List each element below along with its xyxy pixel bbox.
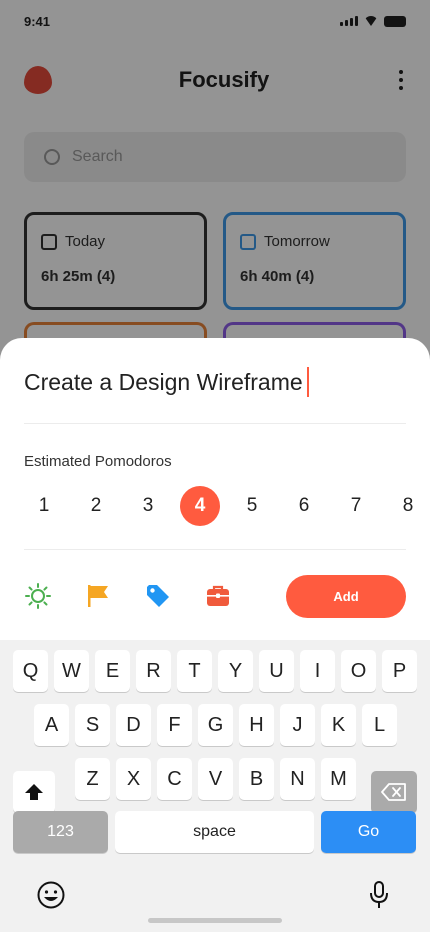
briefcase-icon[interactable] (204, 582, 232, 610)
key-b[interactable]: B (239, 758, 274, 800)
key-r[interactable]: R (136, 650, 171, 692)
keyboard: 123 space Go QWERTYUIOP ASDFGHJKL ZXCVBNM (0, 640, 430, 932)
space-key[interactable]: space (115, 811, 314, 853)
key-t[interactable]: T (177, 650, 212, 692)
go-key[interactable]: Go (321, 811, 416, 853)
key-x[interactable]: X (116, 758, 151, 800)
divider (24, 549, 406, 550)
tag-icon[interactable] (144, 582, 172, 610)
flag-icon[interactable] (84, 582, 112, 610)
key-c[interactable]: C (157, 758, 192, 800)
key-u[interactable]: U (259, 650, 294, 692)
numbers-key[interactable]: 123 (13, 811, 108, 853)
key-s[interactable]: S (75, 704, 110, 746)
pomodoro-option-7[interactable]: 7 (336, 486, 376, 526)
key-j[interactable]: J (280, 704, 315, 746)
pomodoro-option-3[interactable]: 3 (128, 486, 168, 526)
pomodoro-label: Estimated Pomodoros (24, 453, 172, 470)
emoji-icon[interactable] (36, 880, 66, 910)
key-o[interactable]: O (341, 650, 376, 692)
pomodoro-option-1[interactable]: 1 (24, 486, 64, 526)
key-z[interactable]: Z (75, 758, 110, 800)
add-button[interactable]: Add (286, 574, 406, 618)
key-p[interactable]: P (382, 650, 417, 692)
key-m[interactable]: M (321, 758, 356, 800)
task-options: Add (24, 574, 406, 618)
key-i[interactable]: I (300, 650, 335, 692)
key-w[interactable]: W (54, 650, 89, 692)
key-k[interactable]: K (321, 704, 356, 746)
pomodoro-option-8[interactable]: 8 (388, 486, 428, 526)
pomodoro-option-2[interactable]: 2 (76, 486, 116, 526)
home-indicator (148, 918, 282, 923)
shift-key[interactable] (13, 771, 55, 813)
pomodoro-option-4[interactable]: 4 (180, 486, 220, 526)
key-d[interactable]: D (116, 704, 151, 746)
key-h[interactable]: H (239, 704, 274, 746)
key-l[interactable]: L (362, 704, 397, 746)
microphone-icon[interactable] (368, 880, 390, 910)
pomodoro-selector: 12345678 (24, 486, 430, 526)
add-task-sheet: Create a Design Wireframe Estimated Pomo… (0, 338, 430, 640)
key-v[interactable]: V (198, 758, 233, 800)
text-cursor (306, 367, 309, 397)
key-e[interactable]: E (95, 650, 130, 692)
task-title-text: Create a Design Wireframe (24, 368, 303, 395)
pomodoro-option-6[interactable]: 6 (284, 486, 324, 526)
task-title-input[interactable]: Create a Design Wireframe (24, 366, 406, 398)
key-y[interactable]: Y (218, 650, 253, 692)
key-f[interactable]: F (157, 704, 192, 746)
key-a[interactable]: A (34, 704, 69, 746)
divider (24, 423, 406, 424)
sun-icon[interactable] (24, 582, 52, 610)
pomodoro-option-5[interactable]: 5 (232, 486, 272, 526)
key-n[interactable]: N (280, 758, 315, 800)
key-q[interactable]: Q (13, 650, 48, 692)
backspace-key[interactable] (371, 771, 417, 813)
key-g[interactable]: G (198, 704, 233, 746)
